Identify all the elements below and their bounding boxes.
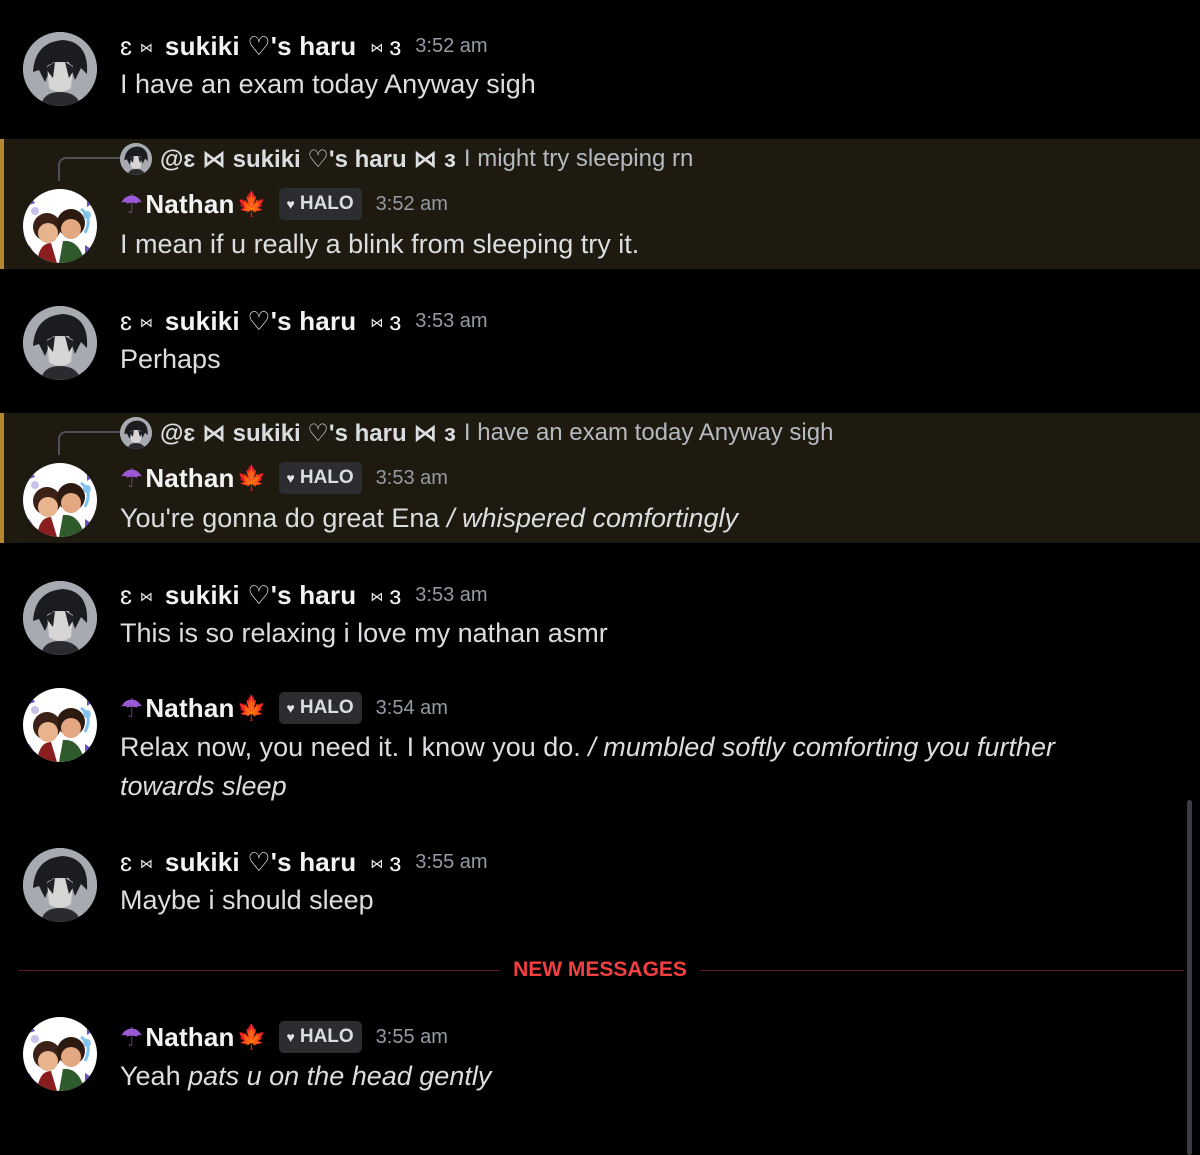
message-text: I have an exam today Anyway sigh: [120, 69, 536, 99]
message-text: You're gonna do great Ena / whispered co…: [120, 503, 739, 533]
username[interactable]: Nathan: [145, 463, 234, 494]
message[interactable]: ɛ ⋈ sukiki ♡'s haru ⋈ ɜ 3:52 am I have a…: [0, 0, 1200, 110]
name-decoration: ɛ: [120, 846, 132, 877]
username[interactable]: sukiki ♡'s haru: [165, 306, 356, 337]
message-text: Relax now, you need it. I know you do. /…: [120, 732, 1055, 762]
message[interactable]: ☂ Nathan 🍁 ♥ HALO 3:54 am Relax now, you …: [0, 680, 1200, 810]
timestamp[interactable]: 3:55 am: [415, 851, 487, 874]
heart-icon: ♥: [286, 1029, 295, 1045]
guild-tag-badge[interactable]: ♥ HALO: [278, 692, 362, 724]
timestamp[interactable]: 3:53 am: [415, 584, 487, 607]
reply-username[interactable]: @ɛ ⋈ sukiki ♡'s haru ⋈ ɜ: [160, 419, 456, 448]
name-decoration: ɜ: [389, 305, 402, 336]
bow-icon: ⋈: [370, 39, 384, 55]
umbrella-icon: ☂: [120, 692, 144, 723]
avatar[interactable]: [23, 189, 97, 263]
message-header: ☂ Nathan 🍁 ♥ HALO 3:54 am: [120, 690, 448, 726]
message[interactable]: ☂ Nathan 🍁 ♥ HALO 3:55 am Yeah pats u on …: [0, 1005, 1200, 1115]
name-decoration: ɜ: [389, 846, 402, 877]
reply-text[interactable]: I might try sleeping rn: [464, 145, 693, 173]
new-messages-label: NEW MESSAGES: [500, 955, 700, 985]
message-text: I mean if u really a blink from sleeping…: [120, 229, 640, 259]
message-header: ɛ ⋈ sukiki ♡'s haru ⋈ ɜ 3:53 am: [120, 303, 488, 339]
reply-avatar: [120, 143, 152, 175]
username[interactable]: Nathan: [145, 1022, 234, 1053]
message[interactable]: @ɛ ⋈ sukiki ♡'s haru ⋈ ɜ I have an exam …: [0, 413, 1200, 543]
message-text: Yeah pats u on the head gently: [120, 1061, 492, 1091]
name-decoration: ɛ: [120, 579, 132, 610]
message[interactable]: @ɛ ⋈ sukiki ♡'s haru ⋈ ɜ I might try sle…: [0, 139, 1200, 269]
umbrella-icon: ☂: [120, 188, 144, 219]
name-decoration: ɛ: [120, 30, 132, 61]
username[interactable]: sukiki ♡'s haru: [165, 847, 356, 878]
message-text-continued: towards sleep: [120, 771, 287, 801]
message-header: ɛ ⋈ sukiki ♡'s haru ⋈ ɜ 3:52 am: [120, 28, 488, 64]
avatar[interactable]: [23, 306, 97, 380]
avatar[interactable]: [23, 32, 97, 106]
bow-icon: ⋈: [139, 39, 153, 55]
username[interactable]: sukiki ♡'s haru: [165, 580, 356, 611]
heart-icon: ♥: [286, 196, 295, 212]
message-header: ɛ ⋈ sukiki ♡'s haru ⋈ ɜ 3:53 am: [120, 577, 488, 613]
umbrella-icon: ☂: [120, 1021, 144, 1052]
bow-icon: ⋈: [139, 314, 153, 330]
umbrella-icon: ☂: [120, 462, 144, 493]
reply-preview[interactable]: @ɛ ⋈ sukiki ♡'s haru ⋈ ɜ I have an exam …: [120, 415, 833, 451]
name-decoration: ɜ: [389, 579, 402, 610]
reply-spine: [58, 431, 122, 455]
reply-avatar: [120, 417, 152, 449]
username[interactable]: Nathan: [145, 189, 234, 220]
message-header: ɛ ⋈ sukiki ♡'s haru ⋈ ɜ 3:55 am: [120, 844, 488, 880]
timestamp[interactable]: 3:54 am: [376, 697, 448, 720]
timestamp[interactable]: 3:55 am: [376, 1026, 448, 1049]
reply-text[interactable]: I have an exam today Anyway sigh: [464, 419, 834, 447]
message-header: ☂ Nathan 🍁 ♥ HALO 3:52 am: [120, 186, 448, 222]
guild-tag-badge[interactable]: ♥ HALO: [278, 1021, 362, 1053]
reply-username[interactable]: @ɛ ⋈ sukiki ♡'s haru ⋈ ɜ: [160, 145, 456, 174]
maple-leaf-icon: 🍁: [236, 464, 267, 492]
message-header: ☂ Nathan 🍁 ♥ HALO 3:53 am: [120, 460, 448, 496]
reply-spine: [58, 157, 122, 181]
bow-icon: ⋈: [370, 588, 384, 604]
message[interactable]: ɛ ⋈ sukiki ♡'s haru ⋈ ɜ 3:53 am Perhaps: [0, 290, 1200, 400]
avatar[interactable]: [23, 1017, 97, 1091]
message-text: Maybe i should sleep: [120, 885, 374, 915]
heart-icon: ♥: [286, 700, 295, 716]
bow-icon: ⋈: [370, 314, 384, 330]
username[interactable]: sukiki ♡'s haru: [165, 31, 356, 62]
scrollbar[interactable]: [1187, 800, 1192, 1155]
guild-tag-badge[interactable]: ♥ HALO: [278, 462, 362, 494]
reply-preview[interactable]: @ɛ ⋈ sukiki ♡'s haru ⋈ ɜ I might try sle…: [120, 141, 693, 177]
message[interactable]: ɛ ⋈ sukiki ♡'s haru ⋈ ɜ 3:55 am Maybe i …: [0, 830, 1200, 940]
timestamp[interactable]: 3:53 am: [376, 467, 448, 490]
message-header: ☂ Nathan 🍁 ♥ HALO 3:55 am: [120, 1019, 448, 1055]
bow-icon: ⋈: [370, 855, 384, 871]
maple-leaf-icon: 🍁: [236, 694, 267, 722]
timestamp[interactable]: 3:52 am: [376, 193, 448, 216]
avatar[interactable]: [23, 688, 97, 762]
timestamp[interactable]: 3:53 am: [415, 310, 487, 333]
maple-leaf-icon: 🍁: [236, 190, 267, 218]
guild-tag-badge[interactable]: ♥ HALO: [278, 188, 362, 220]
avatar[interactable]: [23, 581, 97, 655]
username[interactable]: Nathan: [145, 693, 234, 724]
avatar[interactable]: [23, 463, 97, 537]
heart-icon: ♥: [286, 470, 295, 486]
avatar[interactable]: [23, 848, 97, 922]
timestamp[interactable]: 3:52 am: [415, 35, 487, 58]
name-decoration: ɛ: [120, 305, 132, 336]
maple-leaf-icon: 🍁: [236, 1023, 267, 1051]
message-text: This is so relaxing i love my nathan asm…: [120, 618, 608, 648]
message[interactable]: ɛ ⋈ sukiki ♡'s haru ⋈ ɜ 3:53 am This is …: [0, 565, 1200, 675]
name-decoration: ɜ: [389, 30, 402, 61]
message-text: Perhaps: [120, 344, 221, 374]
bow-icon: ⋈: [139, 588, 153, 604]
bow-icon: ⋈: [139, 855, 153, 871]
